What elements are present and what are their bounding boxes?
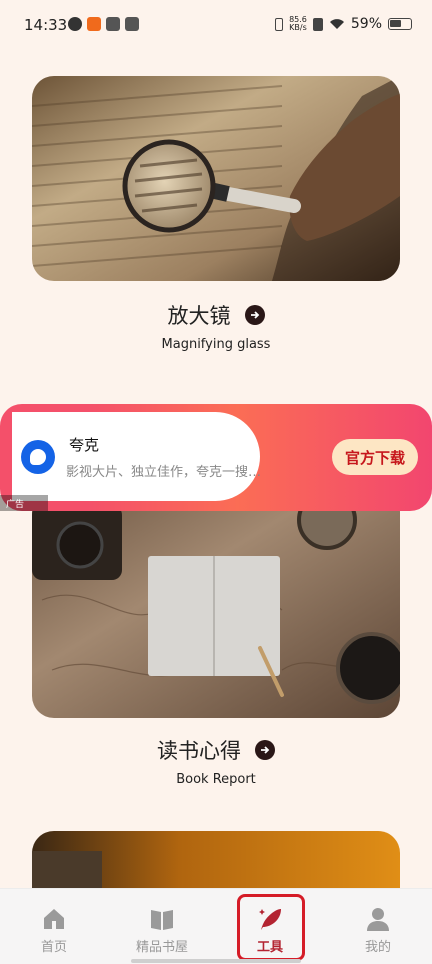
home-indicator[interactable] xyxy=(131,959,301,963)
tool-subtitle-magnifier: Magnifying glass xyxy=(161,337,271,352)
tool-title-label: 读书心得 xyxy=(157,739,241,763)
vibrate-icon xyxy=(275,17,284,31)
book-report-card-image[interactable] xyxy=(32,490,400,718)
quark-logo-icon xyxy=(21,440,55,474)
arrow-right-icon[interactable] xyxy=(244,305,265,325)
app-notification-icon xyxy=(68,17,82,31)
arrow-right-icon[interactable] xyxy=(255,740,275,760)
tool-title-magnifier[interactable]: 放大镜 xyxy=(0,300,432,330)
nav-item-mine[interactable]: 我的 xyxy=(324,889,432,964)
user-icon xyxy=(367,908,389,931)
nav-label-home: 首页 xyxy=(40,940,67,955)
network-speed: 85.6 KB/s xyxy=(289,16,307,32)
ad-badge: 广告 xyxy=(0,495,48,511)
notification-icons xyxy=(68,17,139,31)
magnifying-glass-illustration xyxy=(32,76,400,281)
tool-title-book-report[interactable]: 读书心得 xyxy=(0,735,432,765)
bottom-nav: 首页 精品书屋 工具 我的 xyxy=(0,888,432,964)
status-right: 85.6 KB/s 59% xyxy=(275,16,412,32)
mail-icon xyxy=(125,17,139,31)
active-tab-highlight xyxy=(237,894,305,961)
book-report-illustration xyxy=(32,490,400,718)
battery-icon xyxy=(388,18,412,30)
app-notification-icon xyxy=(106,17,120,31)
ad-download-button[interactable]: 官方下载 xyxy=(332,439,418,475)
home-icon xyxy=(44,909,64,929)
status-time: 14:33 xyxy=(24,16,68,34)
status-bar: 14:33 85.6 KB/s 59% xyxy=(0,0,432,52)
nav-label-mine: 我的 xyxy=(364,940,391,955)
ad-badge-label: 广告 xyxy=(6,499,25,510)
ad-description: 影视大片、独立佳作，夸克一搜… xyxy=(66,465,262,480)
magnifying-glass-card-image[interactable] xyxy=(32,76,400,281)
book-icon xyxy=(151,910,173,930)
battery-percent: 59% xyxy=(350,16,382,32)
network-speed-unit: KB/s xyxy=(289,23,307,32)
wifi-icon xyxy=(329,19,344,29)
app-notification-icon xyxy=(87,17,101,31)
nav-item-bookstore[interactable]: 精品书屋 xyxy=(108,889,216,964)
nav-label-bookstore: 精品书屋 xyxy=(135,940,188,955)
tool-title-label: 放大镜 xyxy=(167,304,231,328)
tool-subtitle-book-report: Book Report xyxy=(176,772,256,787)
sim-icon xyxy=(312,17,323,31)
ad-app-name: 夸克 xyxy=(69,436,100,454)
nav-item-home[interactable]: 首页 xyxy=(0,889,108,964)
